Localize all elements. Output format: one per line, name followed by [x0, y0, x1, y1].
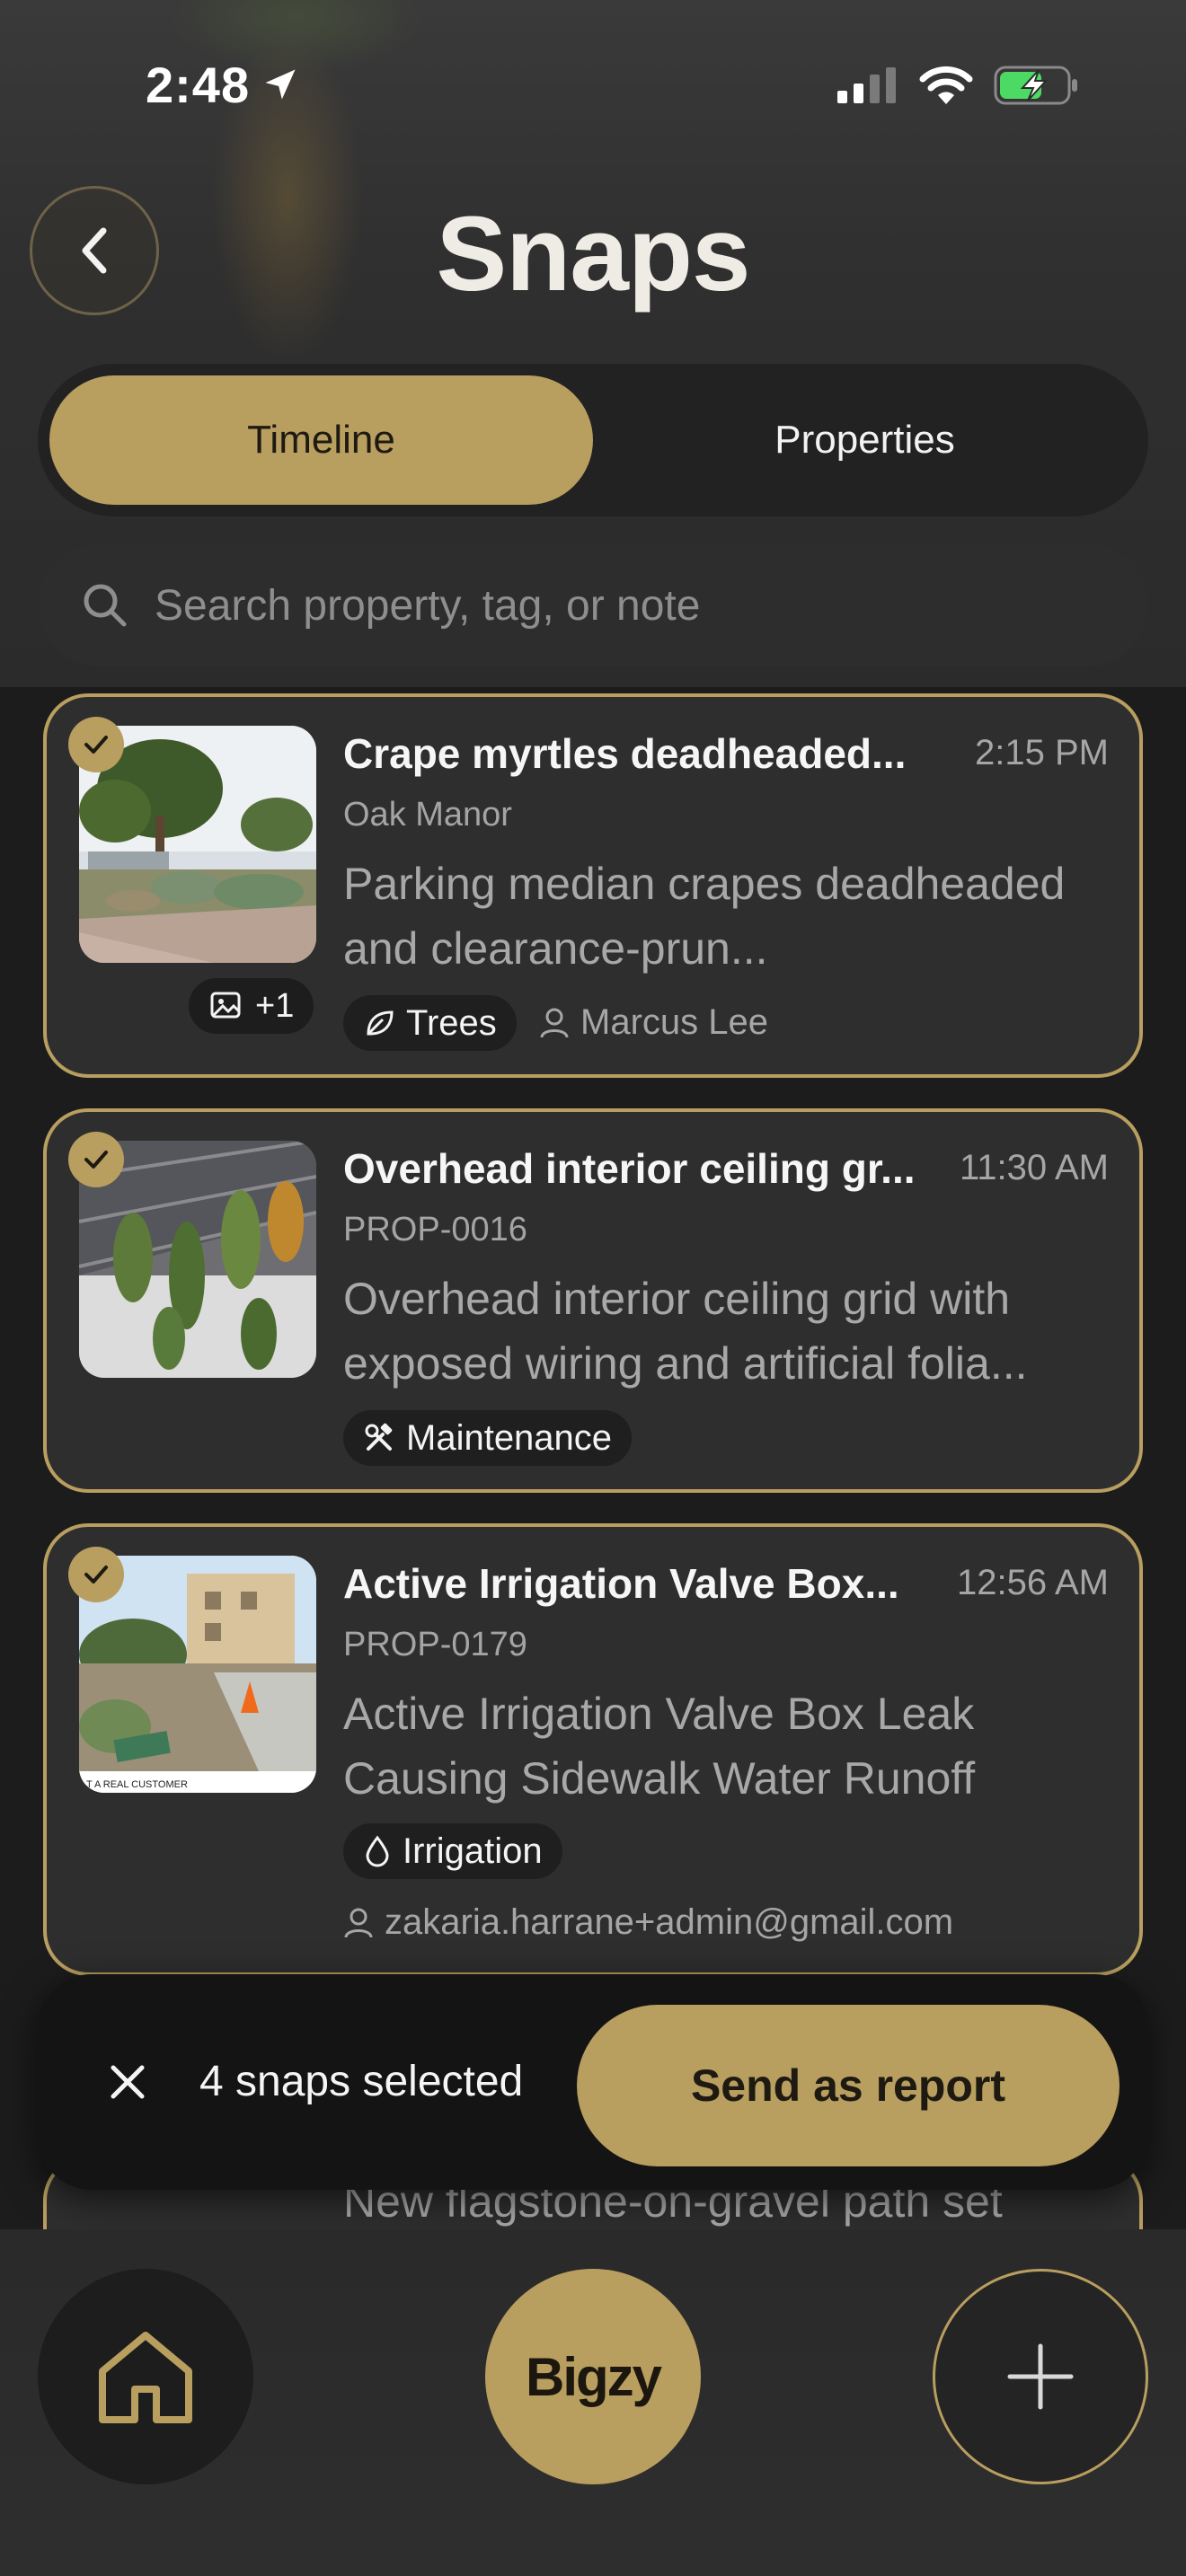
tag-label: Irrigation	[403, 1831, 543, 1871]
search-icon	[84, 584, 127, 627]
add-snap-button[interactable]	[933, 2269, 1148, 2484]
snap-property: Oak Manor	[343, 796, 512, 834]
leaf-icon	[367, 1010, 394, 1036]
snap-property: PROP-0179	[343, 1626, 527, 1663]
plus-icon	[1007, 2343, 1074, 2410]
snap-assignee: zakaria.harrane+admin@gmail.com	[343, 1902, 953, 1943]
snap-property: PROP-0016	[343, 1211, 527, 1248]
page-title: Snaps	[436, 195, 750, 313]
home-icon	[99, 2332, 192, 2423]
search-bar[interactable]	[38, 544, 1148, 666]
selection-bar: 4 snaps selected Send as report	[38, 1974, 1148, 2190]
selected-count: 4 snaps selected	[199, 2058, 524, 2105]
status-time: 2:48	[146, 57, 251, 113]
location-arrow-icon	[261, 65, 300, 109]
snap-title: Crape myrtles deadheaded...	[343, 730, 907, 777]
person-icon	[540, 1008, 569, 1037]
image-icon	[210, 992, 241, 1019]
snap-note: Parking median crapes deadheaded and cle…	[343, 859, 1066, 974]
snap-time: 12:56 AM	[956, 1563, 1109, 1602]
tab-properties[interactable]: Properties	[593, 375, 1137, 505]
snap-note: Overhead interior ceiling grid with expo…	[343, 1274, 1028, 1389]
close-icon	[111, 2065, 145, 2099]
snap-tag[interactable]: Maintenance	[343, 1410, 633, 1466]
bigzy-button[interactable]: Bigzy	[485, 2269, 701, 2484]
photo-count-badge: +1	[189, 978, 314, 1034]
tools-icon	[365, 1423, 393, 1451]
wifi-icon	[919, 66, 973, 104]
signal-icon	[837, 67, 896, 103]
clear-selection-button[interactable]	[92, 2046, 164, 2118]
selected-check-icon[interactable]	[68, 1132, 124, 1187]
snap-title: Overhead interior ceiling gr...	[343, 1145, 916, 1192]
assignee-name: zakaria.harrane+admin@gmail.com	[385, 1902, 954, 1942]
snap-assignee: Marcus Lee	[539, 1002, 768, 1043]
snap-time: 2:15 PM	[975, 733, 1109, 772]
tag-label: Trees	[406, 1002, 497, 1043]
photo-count-text: +1	[255, 986, 295, 1025]
snap-time: 11:30 AM	[959, 1148, 1109, 1187]
snap-title: Active Irrigation Valve Box...	[343, 1560, 899, 1607]
person-icon	[344, 1908, 373, 1937]
battery-charging-icon	[994, 66, 1077, 105]
water-drop-icon	[366, 1835, 389, 1867]
snap-tag[interactable]: Irrigation	[343, 1823, 562, 1879]
search-input[interactable]	[155, 580, 1053, 631]
snap-card[interactable]: +1 Crape myrtles deadheaded... 2:15 PM O…	[43, 693, 1143, 1078]
snap-card[interactable]: Overhead interior ceiling gr... 11:30 AM…	[43, 1108, 1143, 1493]
selected-check-icon[interactable]	[68, 1547, 124, 1602]
tag-label: Maintenance	[406, 1417, 613, 1458]
send-report-button[interactable]: Send as report	[577, 2005, 1120, 2166]
selected-check-icon[interactable]	[68, 717, 124, 772]
view-tabs: Timeline Properties	[38, 364, 1148, 516]
tab-timeline[interactable]: Timeline	[49, 375, 593, 505]
home-button[interactable]	[38, 2269, 253, 2484]
assignee-name: Marcus Lee	[580, 1002, 768, 1042]
snap-note: Active Irrigation Valve Box Leak Causing…	[343, 1689, 976, 1804]
thumb-caption: T A REAL CUSTOMER	[86, 1779, 188, 1790]
snap-tag[interactable]: Trees	[343, 995, 517, 1051]
snap-card[interactable]: T A REAL CUSTOMER Active Irrigation Valv…	[43, 1523, 1143, 1976]
status-icons	[836, 65, 1080, 106]
